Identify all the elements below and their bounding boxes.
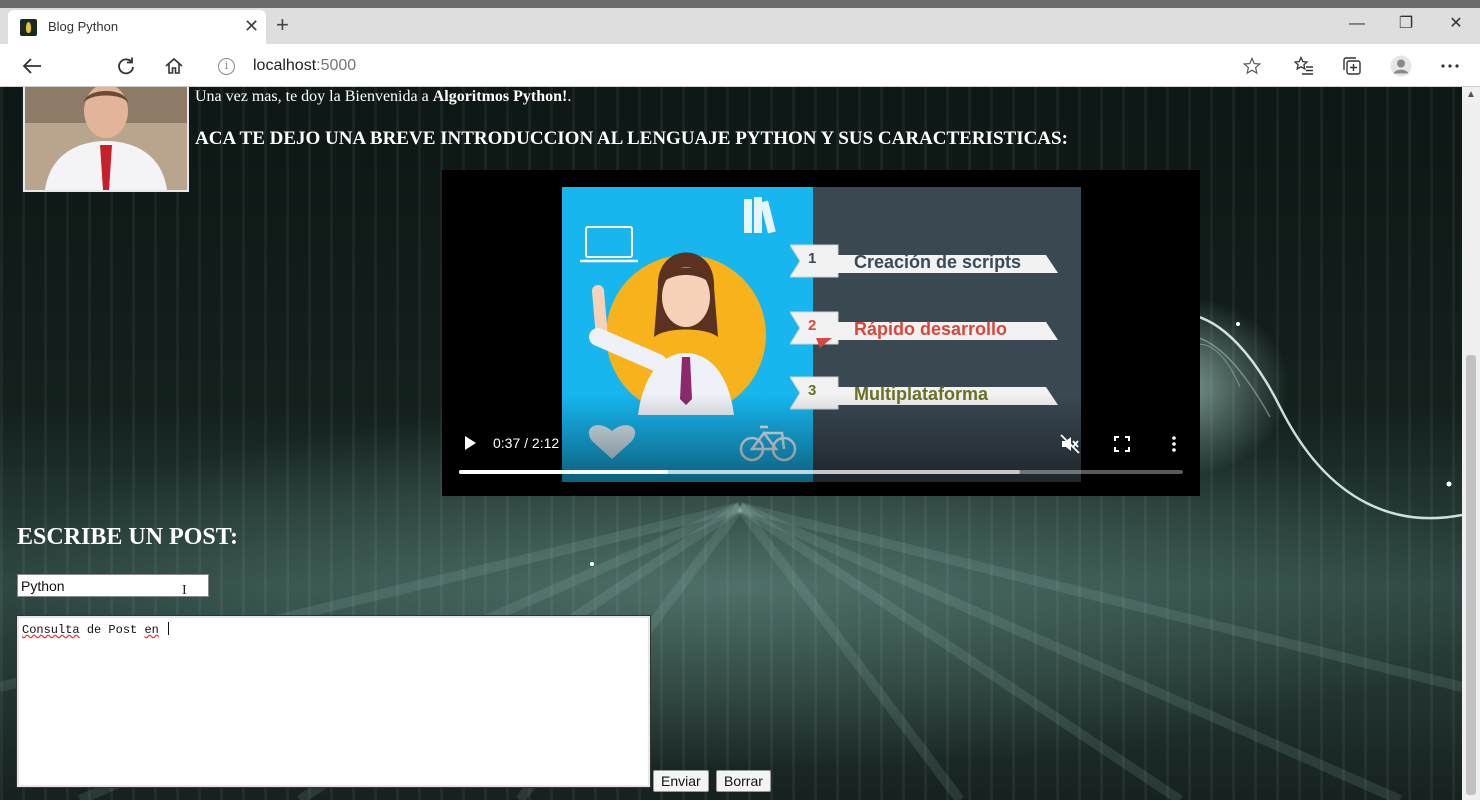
restore-button[interactable]: ❐ — [1386, 12, 1426, 38]
address-bar[interactable]: i localhost:5000 — [218, 55, 356, 77]
browser-tab[interactable]: Blog Python ✕ — [8, 10, 266, 44]
window-top-border — [0, 0, 1480, 8]
intro-heading: ACA TE DEJO UNA BREVE INTRODUCCION AL LE… — [195, 128, 1068, 149]
tab-bar: Blog Python ✕ + — ❐ ✕ — [0, 8, 1480, 44]
more-options-icon[interactable] — [1438, 54, 1462, 78]
write-post-heading: ESCRIBE UN POST: — [17, 524, 238, 550]
refresh-icon[interactable] — [114, 54, 138, 78]
profile-avatar-icon[interactable] — [1389, 54, 1413, 78]
favorites-list-icon[interactable] — [1292, 54, 1316, 78]
author-photo — [23, 87, 189, 192]
new-tab-button[interactable]: + — [276, 12, 289, 38]
brand-name: Algoritmos Python! — [432, 88, 568, 105]
scroll-up-icon[interactable]: ▲ — [1466, 89, 1476, 100]
home-icon[interactable] — [162, 54, 186, 78]
tab-title: Blog Python — [48, 19, 119, 34]
video-progress-bar[interactable] — [459, 470, 1183, 474]
navigation-bar: i localhost:5000 — [0, 44, 1480, 87]
collections-icon[interactable] — [1340, 54, 1364, 78]
back-icon[interactable] — [20, 54, 44, 78]
welcome-message: Una vez mas, te doy la Bienvenida a Algo… — [195, 88, 572, 105]
muted-volume-icon[interactable] — [1060, 434, 1080, 454]
page-viewport: Una vez mas, te doy la Bienvenida a Algo… — [0, 87, 1462, 800]
video-player[interactable]: 1 Creación de scripts 2 Rápido desarroll… — [442, 170, 1200, 496]
post-title-input[interactable] — [17, 574, 209, 597]
python-favicon-icon — [20, 19, 37, 36]
minimize-button[interactable]: — — [1337, 12, 1377, 38]
tab-close-icon[interactable]: ✕ — [244, 16, 259, 36]
feature-label: Rápido desarrollo — [854, 318, 1008, 339]
favorite-star-icon[interactable] — [1240, 54, 1264, 78]
submit-button[interactable]: Enviar — [653, 770, 709, 792]
url-text: localhost:5000 — [253, 57, 357, 74]
text-caret — [168, 622, 170, 635]
played-range — [459, 470, 668, 474]
feature-label: Creación de scripts — [854, 251, 1022, 272]
play-icon[interactable] — [460, 433, 480, 453]
vertical-scrollbar[interactable]: ▲ — [1462, 87, 1480, 800]
fullscreen-icon[interactable] — [1112, 434, 1132, 454]
post-body-textarea[interactable]: Consulta de Post en — [16, 615, 651, 788]
video-time: 0:37 / 2:12 — [493, 435, 560, 451]
text-cursor-icon: I — [182, 583, 187, 598]
reset-button[interactable]: Borrar — [716, 770, 771, 792]
scroll-thumb[interactable] — [1466, 355, 1476, 795]
site-info-icon[interactable]: i — [218, 57, 235, 75]
video-menu-icon[interactable] — [1164, 434, 1184, 454]
close-window-button[interactable]: ✕ — [1436, 12, 1476, 38]
